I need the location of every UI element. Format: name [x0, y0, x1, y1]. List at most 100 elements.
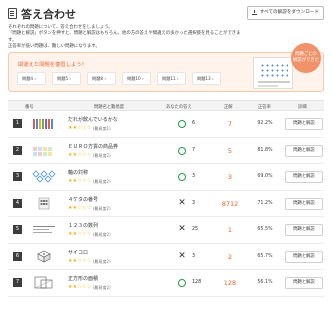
my-answer: 128	[192, 280, 202, 285]
row-number: 4	[13, 198, 22, 208]
difficulty-stars: ★★☆☆☆	[68, 125, 92, 131]
difficulty-label: (難易度2)	[93, 152, 111, 158]
difficulty-stars: ★★☆☆☆	[68, 151, 92, 158]
correct-circle-icon	[178, 146, 186, 155]
my-answer: 3	[192, 253, 196, 259]
header-correct: 正解	[224, 105, 233, 110]
correct-answer: 2	[227, 252, 233, 261]
explanation-button[interactable]: 問題と解説	[285, 118, 323, 130]
wrong-cross-icon: ✕	[178, 197, 186, 208]
page-title: 答え合わせ	[21, 8, 76, 21]
question-thumbnail	[32, 170, 56, 183]
row-number: 7	[13, 278, 22, 287]
review-chip[interactable]: 問題8 ›	[87, 72, 116, 85]
feature-badge: 問題ごとの 解説ができた	[291, 43, 321, 73]
correct-rate: 69.0%	[257, 174, 273, 179]
difficulty-label: (難易度2)	[93, 285, 111, 290]
explanation-button[interactable]: 問題と解説	[285, 277, 323, 289]
correct-rate: 56.1%	[257, 280, 273, 285]
badge-line: 解説ができた	[293, 57, 319, 63]
explanation-button[interactable]: 問題と解説	[285, 197, 323, 210]
preview-grid	[260, 63, 288, 77]
question-name: サイコロ	[68, 249, 89, 256]
review-chips: 問題4 › 問題5 › 問題8 › 問題10 › 問題11 › 問題13 ›	[17, 72, 221, 85]
question-name: 正方形の面積	[68, 276, 99, 282]
my-answer: 7	[192, 147, 196, 153]
row-number: 1	[13, 119, 22, 128]
explanation-button[interactable]: 問題と解説	[285, 250, 323, 263]
review-title: 間違えた問題を復習しよう！	[18, 62, 87, 68]
question-name: ＥＵＲＯ方貨の商品券	[68, 143, 119, 150]
explanation-button[interactable]: 問題と解説	[285, 171, 323, 183]
correct-answer: 7	[227, 120, 233, 128]
table-header: 番号 問題名と難易度 あなたの答え 正解 正答率 詳細	[8, 100, 324, 111]
header-expl: 詳細	[298, 105, 307, 110]
row-number: 3	[13, 172, 22, 181]
document-icon	[8, 8, 17, 19]
review-chip[interactable]: 問題13 ›	[192, 72, 221, 85]
correct-rate: 92.2%	[257, 121, 273, 126]
explanation-button[interactable]: 問題と解説	[285, 144, 323, 157]
difficulty-stars: ★★☆☆☆	[68, 231, 92, 237]
table-row: 5 １２３の数列 ★★☆☆☆ (難易度2) ✕ 25 1 65.5% 問題と解説	[8, 217, 324, 244]
my-answer: 3	[192, 200, 196, 206]
difficulty-stars: ★★☆☆☆	[68, 257, 92, 264]
correct-circle-icon	[178, 120, 186, 128]
difficulty-label: (難易度2)	[93, 205, 111, 211]
correct-rate: 81.8%	[257, 147, 273, 153]
download-icon	[251, 10, 257, 15]
results-table: 番号 問題名と難易度 あなたの答え 正解 正答率 詳細 1 だれが飲んでいるかな…	[8, 100, 324, 297]
correct-circle-icon	[178, 279, 186, 287]
explanation-button[interactable]: 問題と解説	[285, 224, 323, 236]
difficulty-label: (難易度1)	[93, 126, 111, 131]
correct-answer: 1	[227, 226, 233, 234]
difficulty-stars: ★★☆☆☆	[68, 178, 92, 184]
question-thumbnail	[34, 276, 53, 289]
table-row: 3 軸の対称 ★★☆☆☆ (難易度2) 3 3 69.0% 問題と解説	[8, 164, 324, 191]
intro-text: それぞれの問題について、答え合わせをしましょう。 「問題と解説」ボタンを押すと、…	[8, 25, 248, 51]
correct-rate: 71.2%	[257, 200, 273, 206]
difficulty-stars: ★★☆☆☆	[68, 284, 92, 290]
correct-rate: 65.7%	[257, 253, 273, 259]
question-thumbnail	[33, 146, 52, 156]
question-thumbnail	[33, 226, 55, 233]
row-number: 5	[13, 225, 22, 234]
correct-answer: 128	[223, 279, 237, 287]
question-thumbnail	[33, 119, 53, 129]
header-name: 問題名と難易度	[94, 105, 125, 110]
my-answer: 3	[192, 174, 196, 179]
badge-line: 問題ごとの	[295, 52, 317, 57]
download-label: すべての解説をダウンロード	[259, 10, 319, 15]
review-chip[interactable]: 問題4 ›	[17, 72, 46, 85]
row-number: 2	[13, 145, 22, 155]
intro-line: 正答率が低い問題は、難しい問題になります。	[8, 44, 100, 50]
row-number: 6	[13, 251, 22, 261]
wrong-cross-icon: ✕	[178, 224, 186, 234]
table-row: 7 正方形の面積 ★★☆☆☆ (難易度2) 128 128 56.1% 問題と解…	[8, 270, 324, 297]
correct-circle-icon	[178, 173, 186, 181]
question-thumbnail	[38, 197, 50, 209]
question-thumbnail	[37, 250, 51, 262]
difficulty-label: (難易度2)	[93, 179, 111, 184]
page-header: 答え合わせ すべての解説をダウンロード	[8, 6, 324, 22]
correct-answer: 5	[227, 146, 233, 155]
header-rate: 正答率	[258, 105, 271, 110]
table-row: 6 サイコロ ★★☆☆☆ (難易度2) ✕ 3 2 65.7% 問題と解説	[8, 244, 324, 270]
download-all-button[interactable]: すべての解説をダウンロード	[246, 6, 324, 20]
review-chip[interactable]: 問題10 ›	[122, 72, 151, 85]
review-chip[interactable]: 問題5 ›	[52, 72, 81, 85]
header-num: 番号	[25, 105, 34, 110]
wrong-cross-icon: ✕	[178, 250, 186, 261]
my-answer: 6	[192, 121, 196, 126]
table-row: 1 だれが飲んでいるかな ★★☆☆☆ (難易度1) 6 7 92.2% 問題と解…	[8, 111, 324, 138]
review-panel: 間違えた問題を復習しよう！ 問題4 › 問題5 › 問題8 › 問題10 › 問…	[8, 43, 324, 92]
table-row: 4 ４ケタの番号 ★★☆☆☆ (難易度2) ✕ 3 8712 71.2% 問題と…	[8, 191, 324, 217]
difficulty-label: (難易度2)	[93, 258, 111, 264]
explanation-preview-image	[253, 57, 293, 89]
review-chip[interactable]: 問題11 ›	[157, 72, 186, 85]
intro-line: 「問題と解説」ボタンを押すと、問題と解説はもちろん、他の方の答えや間違えの多かっ…	[8, 31, 241, 43]
correct-answer: 3	[227, 173, 233, 181]
question-name: 軸の対称	[68, 170, 89, 176]
question-name: １２３の数列	[68, 223, 99, 229]
my-answer: 25	[192, 227, 199, 232]
